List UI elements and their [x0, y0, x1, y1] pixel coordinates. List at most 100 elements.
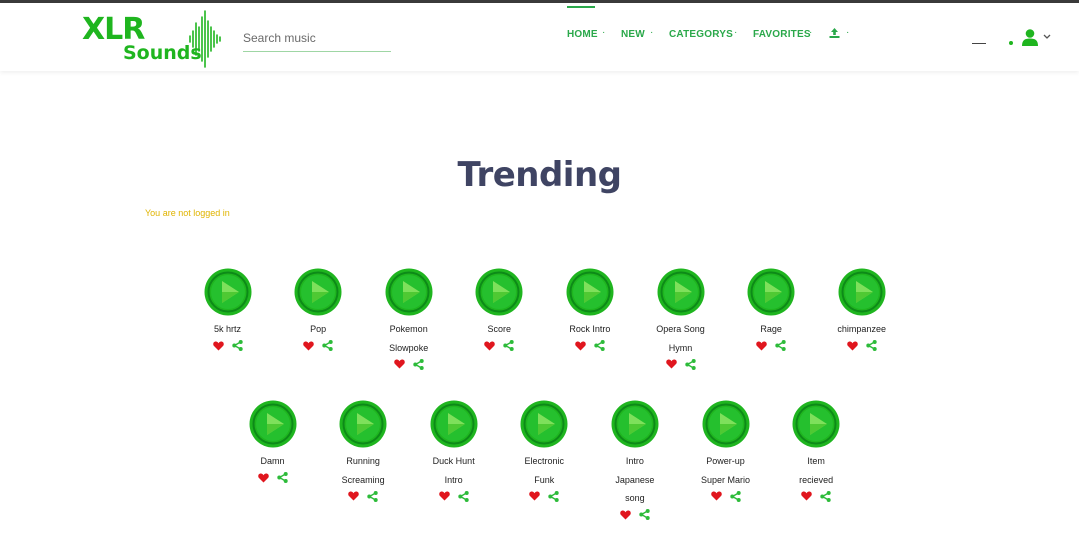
share-icon[interactable] [594, 340, 605, 351]
nav-new[interactable]: NEW [621, 29, 645, 40]
play-circle-icon[interactable] [475, 268, 523, 316]
share-icon[interactable] [729, 490, 741, 502]
nav-favorites[interactable]: FAVORITES [753, 29, 811, 40]
play-circle-icon[interactable] [294, 268, 342, 316]
sound-title: chimpanzee [822, 320, 902, 339]
play-circle-icon[interactable] [520, 400, 568, 448]
sound-card: 5k hrtz [188, 268, 268, 353]
sound-card: Rage [731, 268, 811, 353]
sound-title-line: Japanese [615, 474, 655, 485]
logo-text-top: XLR [82, 12, 145, 47]
share-icon[interactable] [775, 340, 786, 351]
sound-title-line: Screaming [341, 474, 385, 485]
sound-actions [641, 357, 721, 371]
share-icon[interactable] [639, 509, 650, 520]
share-icon[interactable] [820, 490, 831, 502]
play-circle-icon[interactable] [566, 268, 614, 316]
sound-title-line: Running [346, 456, 380, 466]
heart-icon[interactable] [212, 341, 224, 351]
sound-title-line: Pop [310, 324, 327, 334]
sound-actions [188, 339, 268, 353]
sound-title: Power-up Super Mario [686, 452, 766, 489]
share-icon[interactable] [457, 490, 469, 502]
sound-title-line: Pokemon [389, 324, 428, 334]
sound-card: Duck Hunt Intro [414, 400, 494, 503]
share-icon[interactable] [367, 490, 378, 502]
heart-icon[interactable] [393, 359, 405, 369]
upload-icon[interactable] [829, 28, 840, 38]
sound-actions [414, 489, 494, 503]
sound-title-line: chimpanzee [837, 324, 886, 334]
sound-title-line: Power-up [706, 456, 745, 466]
heart-icon[interactable] [303, 341, 314, 351]
language-selector[interactable] [972, 43, 986, 44]
nav-home[interactable]: HOME [567, 29, 598, 40]
nav-separator: · [602, 27, 606, 38]
share-icon[interactable] [684, 358, 696, 370]
sound-actions [504, 489, 584, 503]
heart-icon[interactable] [257, 473, 269, 483]
heart-icon[interactable] [438, 491, 450, 501]
nav-categorys[interactable]: CATEGORYS [669, 29, 733, 40]
play-circle-icon[interactable] [430, 400, 478, 448]
sound-title-line: Intro [444, 474, 463, 485]
play-circle-icon[interactable] [339, 400, 387, 448]
sound-title-line: Score [487, 324, 512, 334]
sound-actions [686, 489, 766, 503]
play-circle-icon[interactable] [838, 268, 886, 316]
sound-title-line: Duck Hunt [432, 456, 475, 466]
sound-title: Damn [233, 452, 313, 471]
share-icon[interactable] [412, 358, 424, 370]
sound-card: chimpanzee [822, 268, 902, 353]
login-status-text: You are not logged in [145, 208, 230, 218]
play-circle-icon[interactable] [657, 268, 705, 316]
play-circle-icon[interactable] [792, 400, 840, 448]
play-circle-icon[interactable] [702, 400, 750, 448]
sound-actions [233, 471, 313, 485]
sound-card: Power-up Super Mario [686, 400, 766, 503]
heart-icon[interactable] [846, 341, 858, 351]
heart-icon[interactable] [756, 341, 767, 351]
share-icon[interactable] [276, 472, 288, 483]
sound-title: Intro Japanese song [595, 452, 675, 508]
sound-title-line: song [625, 493, 645, 503]
nav-separator: · [846, 27, 850, 38]
sound-card: Electronic Funk [504, 400, 584, 503]
sound-card: Pop [278, 268, 358, 353]
play-circle-icon[interactable] [747, 268, 795, 316]
sound-title-line: Hymn [668, 342, 693, 353]
sound-title: Duck Hunt Intro [414, 452, 494, 489]
share-icon[interactable] [231, 340, 243, 351]
heart-icon[interactable] [348, 491, 359, 501]
sound-title: Pop [278, 320, 358, 339]
share-icon[interactable] [322, 340, 333, 351]
xlr-sounds-logo[interactable]: XLR Sounds [82, 10, 242, 68]
user-icon[interactable] [1022, 29, 1038, 46]
share-icon[interactable] [865, 340, 877, 351]
sound-title-line: Slowpoke [389, 342, 429, 353]
search-input[interactable] [243, 25, 391, 52]
heart-icon[interactable] [801, 491, 812, 501]
play-circle-icon[interactable] [611, 400, 659, 448]
play-circle-icon[interactable] [249, 400, 297, 448]
sound-title-line: Rage [760, 324, 782, 334]
sound-title-line: Super Mario [700, 474, 751, 485]
sound-title: Rock Intro [550, 320, 630, 339]
page-title: Trending [457, 155, 622, 195]
play-circle-icon[interactable] [204, 268, 252, 316]
share-icon[interactable] [548, 490, 559, 502]
heart-icon[interactable] [710, 491, 722, 501]
heart-icon[interactable] [620, 510, 631, 520]
heart-icon[interactable] [665, 359, 677, 369]
heart-icon[interactable] [575, 341, 586, 351]
sound-card: Item recieved [776, 400, 856, 503]
nav-separator: · [809, 27, 813, 38]
sound-card: Pokemon Slowpoke [369, 268, 449, 371]
sound-actions [595, 508, 675, 522]
chevron-down-icon[interactable] [1043, 34, 1051, 40]
sound-actions [731, 339, 811, 353]
heart-icon[interactable] [484, 341, 496, 351]
play-circle-icon[interactable] [385, 268, 433, 316]
heart-icon[interactable] [529, 491, 541, 501]
share-icon[interactable] [503, 340, 514, 351]
